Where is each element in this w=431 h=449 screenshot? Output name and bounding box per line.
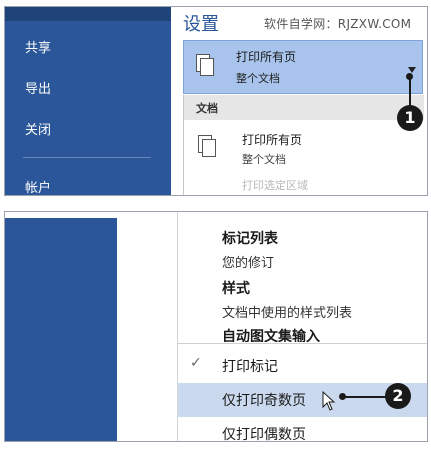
menu-item-print-odd-pages-label: 仅打印奇数页 bbox=[222, 393, 306, 409]
option-group-title-markup-list: 标记列表 bbox=[222, 231, 278, 247]
sidebar-item-share[interactable]: 共享 bbox=[25, 37, 51, 56]
print-options-panel: 标记列表 您的修订 样式 文档中使用的样式列表 自动图文集输入 ✓ 打印标记 仅… bbox=[4, 211, 428, 442]
print-options-menu: 标记列表 您的修订 样式 文档中使用的样式列表 自动图文集输入 ✓ 打印标记 仅… bbox=[177, 212, 427, 441]
document-pages-icon bbox=[196, 54, 218, 80]
backstage-sidebar bbox=[5, 218, 117, 441]
menu-item-print-all-desc: 整个文档 bbox=[242, 153, 286, 166]
dropdown-selected-label: 打印所有页 bbox=[236, 50, 297, 64]
callout-marker-1: 1 bbox=[397, 105, 423, 131]
sidebar-item-close[interactable]: 关闭 bbox=[25, 119, 51, 138]
menu-item-print-even-pages-label: 仅打印偶数页 bbox=[222, 427, 306, 442]
menu-item-print-markup-label: 打印标记 bbox=[222, 359, 278, 375]
watermark-text: 软件自学网：RJZXW.COM bbox=[264, 17, 412, 31]
option-group-title-autotext: 自动图文集输入 bbox=[222, 329, 320, 342]
option-group-desc-styles: 文档中使用的样式列表 bbox=[222, 306, 353, 321]
menu-item-print-even-pages[interactable]: 仅打印偶数页 bbox=[178, 417, 427, 442]
print-range-menu: 文档 打印所有页 整个文档 打印选定区域 bbox=[183, 95, 424, 195]
document-pages-icon bbox=[198, 135, 220, 161]
dropdown-selected-desc: 整个文档 bbox=[236, 72, 280, 85]
menu-divider bbox=[178, 343, 427, 344]
print-settings-panel: 共享 导出 关闭 帐户 设置 软件自学网：RJZXW.COM 打印所有页 整个文… bbox=[4, 6, 428, 196]
option-group-desc-markup-list: 您的修订 bbox=[222, 256, 275, 271]
sidebar-top-strip bbox=[5, 7, 171, 21]
settings-title: 设置 bbox=[183, 14, 219, 35]
menu-section-label: 文档 bbox=[196, 102, 218, 115]
menu-item-print-markup[interactable]: ✓ 打印标记 bbox=[178, 349, 427, 383]
menu-section-header: 文档 bbox=[184, 95, 424, 120]
mouse-cursor-icon bbox=[322, 391, 336, 411]
callout-leader-line bbox=[409, 77, 411, 107]
check-icon: ✓ bbox=[190, 355, 202, 371]
sidebar-item-export[interactable]: 导出 bbox=[25, 78, 51, 97]
callout-marker-2: 2 bbox=[385, 383, 411, 409]
menu-item-print-all[interactable]: 打印所有页 bbox=[242, 131, 302, 148]
menu-item-print-selection[interactable]: 打印选定区域 bbox=[242, 177, 308, 193]
sidebar-item-account[interactable]: 帐户 bbox=[25, 177, 51, 195]
sidebar-divider bbox=[23, 157, 151, 158]
callout-leader-line bbox=[343, 396, 387, 398]
backstage-sidebar: 共享 导出 关闭 帐户 bbox=[5, 7, 171, 195]
print-range-dropdown[interactable]: 打印所有页 整个文档 bbox=[183, 40, 423, 94]
option-group-title-styles: 样式 bbox=[222, 281, 250, 297]
